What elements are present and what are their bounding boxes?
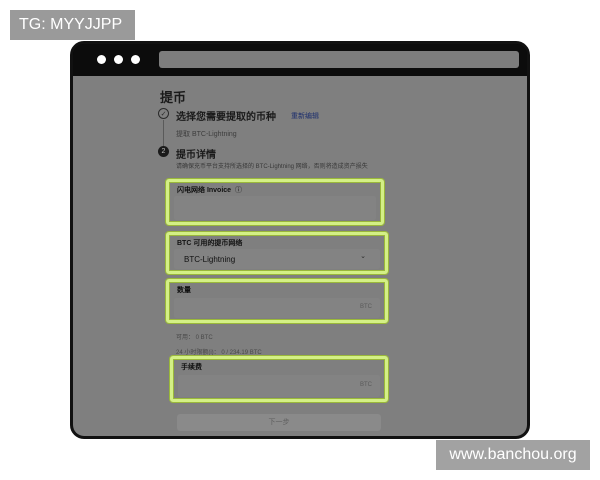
reselect-link[interactable]: 重新编辑 — [291, 111, 319, 121]
amount-unit: BTC — [360, 304, 372, 310]
step1-title: 选择您需要提取的币种 — [176, 112, 276, 123]
page-title: 提币 — [160, 90, 187, 105]
window-dot-icon[interactable] — [131, 55, 140, 64]
step-connector — [163, 120, 164, 146]
network-select[interactable]: BTC-Lightning ⌄ — [174, 249, 380, 269]
network-label: BTC 可用的提币网络 — [177, 240, 243, 247]
fee-label: 手续费 — [181, 364, 202, 371]
network-warning: 请确保充币平台支持所选择的 BTC-Lightning 网络，否则将造成资产损失 — [176, 164, 368, 170]
network-selected-value: BTC-Lightning — [184, 255, 236, 264]
invoice-input[interactable] — [174, 196, 376, 220]
withdraw-page: 提币 ✓ 选择您需要提取的币种 重新编辑 提取 BTC-Lightning 2 … — [73, 76, 527, 436]
invoice-field: 闪电网络 Invoice ⓘ — [166, 179, 384, 225]
available-balance: 可用： 0 BTC — [176, 335, 213, 341]
chevron-down-icon: ⌄ — [360, 253, 366, 260]
screenshot-stage: TG: MYYJJPP 提币 ✓ 选择您需要提取的币种 重新编辑 提取 BTC-… — [0, 0, 600, 480]
fee-field: 手续费 BTC — [170, 356, 388, 402]
next-button[interactable]: 下一步 — [177, 414, 381, 431]
network-field: BTC 可用的提币网络 BTC-Lightning ⌄ — [166, 232, 388, 274]
browser-titlebar — [73, 44, 527, 76]
daily-limit: 24 小时限额(i)： 0 / 234.19 BTC — [176, 350, 262, 356]
amount-field: 数量 BTC — [166, 279, 388, 323]
window-dot-icon[interactable] — [114, 55, 123, 64]
fee-unit: BTC — [360, 382, 372, 388]
invoice-label: 闪电网络 Invoice — [177, 187, 232, 194]
telegram-watermark: TG: MYYJJPP — [10, 10, 135, 40]
browser-window: 提币 ✓ 选择您需要提取的币种 重新编辑 提取 BTC-Lightning 2 … — [70, 41, 530, 439]
site-watermark: www.banchou.org — [436, 440, 590, 470]
fee-input[interactable]: BTC — [178, 375, 380, 397]
step2-title: 提币详情 — [176, 150, 216, 161]
info-icon[interactable]: ⓘ — [235, 187, 242, 194]
selected-coin-note: 提取 BTC-Lightning — [176, 131, 237, 138]
window-dot-icon[interactable] — [97, 55, 106, 64]
address-bar[interactable] — [159, 51, 519, 68]
amount-input[interactable]: BTC — [174, 298, 380, 318]
step2-number-badge: 2 — [158, 146, 169, 157]
amount-label: 数量 — [177, 287, 191, 294]
step1-check-icon: ✓ — [158, 108, 169, 119]
